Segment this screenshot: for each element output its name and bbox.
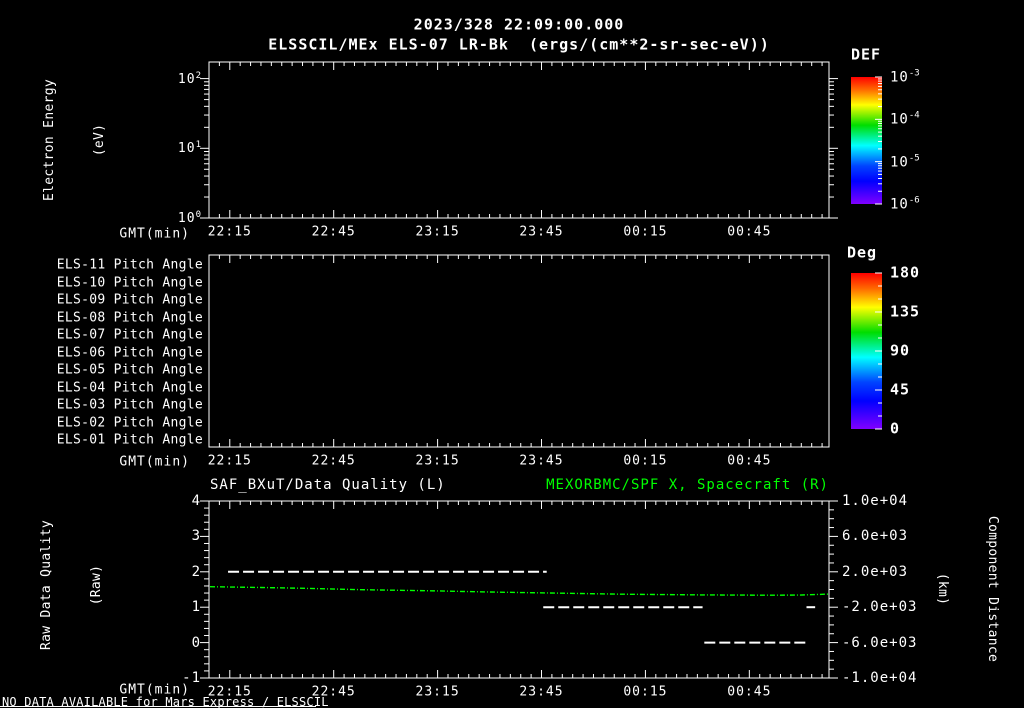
panel3-title-left: SAF_BXuT/Data Quality (L)	[210, 477, 446, 493]
power-exponent: -6	[908, 195, 920, 206]
power-base: 10	[177, 211, 196, 227]
colorbar-tick-label: 90	[890, 341, 911, 360]
colorbar-tick-label: 45	[890, 380, 911, 399]
colorbar-tick-label: 10-4	[890, 112, 920, 127]
power-base: 10	[890, 111, 909, 128]
els-row-label: ELS-10 Pitch Angle	[56, 275, 203, 290]
y-axis-label-line: Electron Energy	[41, 79, 57, 201]
els-row-label: ELS-01 Pitch Angle	[56, 432, 203, 448]
power-base: 10	[177, 141, 196, 157]
x-tick-label: 22:45	[311, 453, 356, 469]
power-exponent: 0	[195, 209, 201, 220]
y-tick-label: 100	[177, 209, 201, 227]
power-base: 10	[177, 71, 196, 87]
x-tick-label: 00:45	[727, 684, 772, 700]
x-tick-label: 23:45	[519, 224, 564, 240]
y-tick-label: 2	[191, 563, 201, 580]
y-axis-label-component-distance: Component Distance (km)	[902, 516, 1024, 662]
labels-layer: 2023/328 22:09:00.000 ELSSCIL/MEx ELS-07…	[0, 0, 1024, 708]
y-tick-label: -1	[182, 670, 201, 686]
y-tick-label: 2.0e+03	[842, 563, 909, 580]
x-axis-title-panel1: GMT(min)	[119, 226, 190, 242]
colorbar-title-def: DEF	[851, 45, 882, 64]
x-tick-label: 23:15	[415, 684, 460, 700]
y-tick-label: 3	[191, 528, 201, 545]
y-axis-label-raw-quality: Raw Data Quality (Raw)	[7, 520, 137, 650]
y-axis-label-line: Raw Data Quality	[38, 519, 54, 651]
x-tick-label: 22:45	[311, 684, 356, 700]
power-exponent: 1	[195, 140, 201, 151]
y-tick-label: 6.0e+03	[842, 528, 909, 545]
y-axis-label-line: (km)	[935, 572, 950, 606]
x-tick-label: 22:15	[207, 453, 252, 469]
panel3-title-right: MEXORBMC/SPF X, Spacecraft (R)	[546, 477, 829, 493]
power-base: 10	[890, 153, 909, 170]
els-row-label: ELS-09 Pitch Angle	[56, 292, 203, 308]
colorbar-tick-label: 135	[890, 302, 921, 321]
power-base: 10	[890, 69, 909, 86]
els-row-label: ELS-06 Pitch Angle	[56, 345, 203, 360]
power-base: 10	[890, 196, 909, 213]
x-tick-label: 00:15	[623, 453, 668, 469]
x-tick-label: 00:45	[727, 453, 772, 469]
x-tick-label: 23:15	[415, 453, 460, 469]
y-tick-label: -2.0e+03	[842, 599, 918, 616]
colorbar-tick-label: 180	[890, 263, 921, 282]
x-tick-label: 22:45	[311, 224, 356, 240]
colorbar-tick-label: 10-3	[890, 68, 920, 86]
y-tick-label: 4	[191, 493, 201, 509]
y-tick-label: 101	[177, 140, 201, 157]
y-tick-label: 1.0e+04	[842, 493, 909, 509]
no-data-underline	[0, 706, 316, 707]
colorbar-tick-label: 0	[890, 419, 901, 438]
x-axis-title-panel2: GMT(min)	[119, 454, 190, 470]
colorbar-tick-label: 10-5	[890, 154, 920, 169]
x-tick-label: 23:45	[519, 684, 564, 700]
y-axis-label-line: (Raw)	[89, 564, 104, 606]
y-tick-label: 1	[191, 599, 201, 616]
els-row-label: ELS-03 Pitch Angle	[56, 397, 203, 413]
power-exponent: -4	[908, 111, 920, 121]
els-row-label: ELS-05 Pitch Angle	[56, 362, 203, 378]
y-tick-label: -1.0e+04	[842, 670, 918, 686]
y-tick-label: 102	[177, 70, 201, 87]
colorbar-title-deg: Deg	[847, 243, 878, 262]
els-row-label: ELS-11 Pitch Angle	[56, 257, 203, 273]
power-exponent: -5	[908, 153, 920, 164]
x-tick-label: 22:15	[207, 684, 252, 700]
y-axis-label-line: Component Distance	[985, 515, 1001, 663]
y-axis-label-electron-energy: Electron Energy (eV)	[10, 79, 140, 201]
page-title: 2023/328 22:09:00.000	[413, 15, 625, 34]
x-tick-label: 23:45	[519, 453, 564, 469]
colorbar-tick-label: 10-6	[890, 195, 920, 213]
x-tick-label: 00:15	[623, 684, 668, 700]
x-tick-label: 23:15	[415, 224, 460, 240]
plot-subtitle: ELSSCIL/MEx ELS-07 LR-Bk (ergs/(cm**2-sr…	[268, 35, 770, 54]
y-axis-label-line: (eV)	[92, 123, 107, 157]
x-tick-label: 22:15	[207, 224, 252, 240]
els-row-label: ELS-08 Pitch Angle	[56, 310, 203, 325]
y-tick-label: 0	[191, 634, 201, 651]
x-tick-label: 00:15	[623, 224, 668, 240]
y-tick-label: -6.0e+03	[842, 634, 918, 651]
power-exponent: 2	[195, 70, 201, 81]
els-row-label: ELS-07 Pitch Angle	[56, 327, 203, 343]
power-exponent: -3	[908, 68, 920, 79]
cdaweb-plot-screen: 2023/328 22:09:00.000 ELSSCIL/MEx ELS-07…	[0, 0, 1024, 708]
x-tick-label: 00:45	[727, 224, 772, 240]
els-row-label: ELS-04 Pitch Angle	[56, 380, 203, 395]
els-row-label: ELS-02 Pitch Angle	[56, 415, 203, 430]
